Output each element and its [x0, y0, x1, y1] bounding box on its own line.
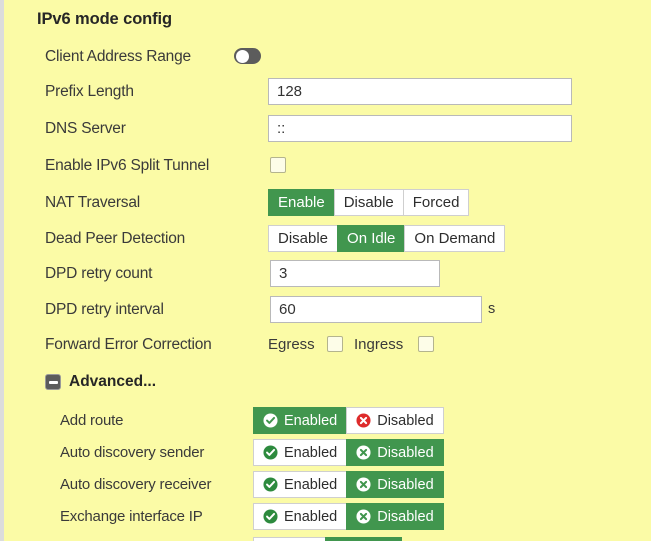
- prefix-length-input[interactable]: 128: [268, 78, 572, 105]
- label-auto-discovery-receiver: Auto discovery receiver: [60, 476, 212, 493]
- page-title: IPv6 mode config: [37, 10, 173, 28]
- row-nat-traversal: NAT Traversal Enable Disable Forced: [4, 186, 651, 219]
- auto-discovery-receiver-enabled-label: Enabled: [284, 476, 338, 493]
- label-dead-peer-detection: Dead Peer Detection: [45, 230, 186, 247]
- dpd-retry-interval-unit: s: [488, 301, 496, 317]
- x-circle-icon: [356, 477, 371, 492]
- row-forward-error-correction: Forward Error Correction Egress Ingress: [4, 328, 651, 361]
- auto-discovery-sender-enabled-button[interactable]: Enabled: [253, 439, 347, 466]
- label-forward-error-correction: Forward Error Correction: [45, 336, 212, 353]
- label-exchange-interface-ip: Exchange interface IP: [60, 508, 203, 525]
- auto-discovery-receiver-disabled-button[interactable]: Disabled: [346, 471, 444, 498]
- client-address-range-toggle[interactable]: [234, 48, 261, 64]
- exchange-interface-ip-enabled-label: Enabled: [284, 508, 338, 525]
- x-circle-icon: [356, 413, 371, 428]
- check-circle-icon: [263, 445, 278, 460]
- exchange-interface-ip-control: Enabled Disabled: [253, 503, 444, 530]
- collapse-minus-icon[interactable]: [45, 373, 61, 390]
- row-client-address-range: Client Address Range: [4, 40, 651, 73]
- auto-discovery-sender-enabled-label: Enabled: [284, 444, 338, 461]
- row-auto-discovery-sender: Auto discovery sender Enabled Disabled: [4, 436, 651, 469]
- add-route-control: Enabled Disabled: [253, 407, 444, 434]
- x-circle-icon: [356, 509, 371, 524]
- label-client-address-range: Client Address Range: [45, 48, 191, 65]
- nat-traversal-option-forced[interactable]: Forced: [402, 189, 470, 216]
- label-add-route: Add route: [60, 412, 124, 429]
- nat-traversal-option-enable[interactable]: Enable: [268, 189, 334, 216]
- add-route-enabled-button[interactable]: Enabled: [253, 407, 347, 434]
- exchange-interface-ip-disabled-button[interactable]: Disabled: [346, 503, 444, 530]
- add-route-disabled-button[interactable]: Disabled: [346, 407, 444, 434]
- label-nat-traversal: NAT Traversal: [45, 194, 141, 211]
- egress-checkbox[interactable]: [327, 336, 343, 352]
- label-enable-ipv6-split-tunnel: Enable IPv6 Split Tunnel: [45, 157, 210, 174]
- auto-discovery-receiver-enabled-button[interactable]: Enabled: [253, 471, 347, 498]
- label-ingress: Ingress: [354, 336, 404, 353]
- partial-enabled-button[interactable]: Enabled: [253, 537, 326, 541]
- dpd-retry-interval-input[interactable]: 60: [270, 296, 482, 323]
- auto-discovery-receiver-disabled-label: Disabled: [377, 476, 434, 493]
- auto-discovery-receiver-control: Enabled Disabled: [253, 471, 444, 498]
- row-dpd-retry-count: DPD retry count 3: [4, 257, 651, 290]
- row-prefix-length: Prefix Length 128: [4, 75, 651, 108]
- dpd-retry-count-input[interactable]: 3: [270, 260, 440, 287]
- row-dead-peer-detection: Dead Peer Detection Disable On Idle On D…: [4, 222, 651, 255]
- enable-ipv6-split-tunnel-checkbox[interactable]: [270, 157, 286, 173]
- auto-discovery-sender-disabled-label: Disabled: [377, 444, 434, 461]
- auto-discovery-sender-control: Enabled Disabled: [253, 439, 444, 466]
- label-egress: Egress: [268, 336, 315, 353]
- advanced-toggle[interactable]: Advanced...: [45, 365, 156, 398]
- nat-traversal-option-disable[interactable]: Disable: [333, 189, 403, 216]
- check-circle-icon: [263, 413, 278, 428]
- add-route-enabled-label: Enabled: [284, 412, 338, 429]
- row-dpd-retry-interval: DPD retry interval 60 s: [4, 293, 651, 326]
- label-dpd-retry-interval: DPD retry interval: [45, 301, 164, 318]
- row-dns-server: DNS Server ::: [4, 112, 651, 145]
- x-circle-icon: [356, 445, 371, 460]
- row-auto-discovery-receiver: Auto discovery receiver Enabled Disabled: [4, 468, 651, 501]
- dns-server-input[interactable]: ::: [268, 115, 572, 142]
- row-add-route: Add route Enabled Disabled: [4, 404, 651, 437]
- dead-peer-detection-segmented-control: Disable On Idle On Demand: [268, 225, 506, 252]
- toggle-knob: [235, 49, 249, 63]
- exchange-interface-ip-enabled-button[interactable]: Enabled: [253, 503, 347, 530]
- nat-traversal-segmented-control: Enable Disable Forced: [268, 189, 470, 216]
- partial-disabled-button[interactable]: Disabled: [325, 537, 402, 541]
- row-enable-ipv6-split-tunnel: Enable IPv6 Split Tunnel: [4, 149, 651, 182]
- dead-peer-detection-option-on-demand[interactable]: On Demand: [404, 225, 506, 252]
- label-prefix-length: Prefix Length: [45, 83, 134, 100]
- label-dns-server: DNS Server: [45, 120, 126, 137]
- advanced-title: Advanced...: [69, 372, 156, 390]
- check-circle-icon: [263, 509, 278, 524]
- label-dpd-retry-count: DPD retry count: [45, 265, 153, 282]
- partial-control-below-fold: Enabled Disabled: [253, 537, 402, 541]
- row-exchange-interface-ip: Exchange interface IP Enabled Disabled: [4, 500, 651, 533]
- exchange-interface-ip-disabled-label: Disabled: [377, 508, 434, 525]
- check-circle-icon: [263, 477, 278, 492]
- add-route-disabled-label: Disabled: [377, 412, 434, 429]
- auto-discovery-sender-disabled-button[interactable]: Disabled: [346, 439, 444, 466]
- ipv6-mode-config-panel: IPv6 mode config Client Address Range Pr…: [0, 0, 651, 541]
- dead-peer-detection-option-on-idle[interactable]: On Idle: [337, 225, 405, 252]
- label-auto-discovery-sender: Auto discovery sender: [60, 444, 205, 461]
- advanced-section-header[interactable]: Advanced...: [4, 365, 651, 398]
- ingress-checkbox[interactable]: [418, 336, 434, 352]
- dead-peer-detection-option-disable[interactable]: Disable: [268, 225, 338, 252]
- row-partial-below-fold: Enabled Disabled: [4, 534, 651, 541]
